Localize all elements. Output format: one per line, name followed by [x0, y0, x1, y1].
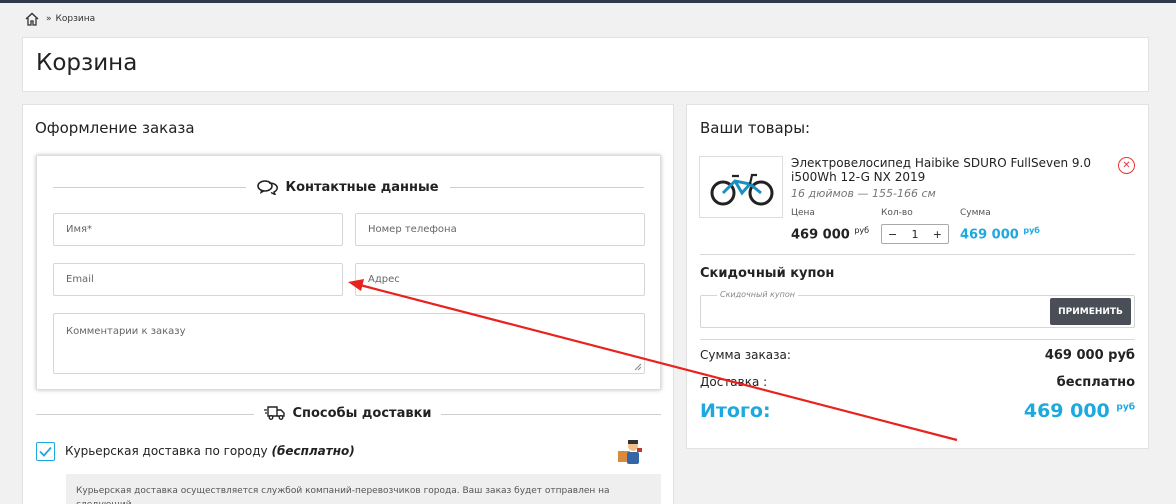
chat-bubbles-icon — [257, 180, 279, 195]
contact-heading: Контактные данные — [252, 178, 444, 196]
address-placeholder: Адрес — [368, 274, 400, 285]
checkmark-icon — [39, 446, 52, 457]
breadcrumb-current: Корзина — [55, 14, 96, 24]
delivery-heading: Способы доставки — [259, 404, 437, 422]
product-size: 16 дюймов — 155-166 см — [791, 187, 936, 200]
cart-title: Ваши товары: — [700, 119, 811, 137]
delivery-row: Доставка : бесплатно — [700, 375, 1135, 390]
total-amount: 469 000 руб — [1024, 400, 1135, 422]
divider-line — [700, 254, 1135, 255]
item-sum-currency: руб — [1023, 226, 1040, 235]
order-form-panel: Оформление заказа Контактные данные Имя*… — [22, 104, 674, 504]
breadcrumb-separator: » — [46, 14, 52, 24]
courier-checkbox[interactable] — [36, 442, 55, 461]
price-label: Цена — [791, 208, 815, 218]
item-sum-value: 469 000 — [960, 227, 1019, 243]
order-sum-row: Сумма заказа: 469 000 руб — [700, 348, 1135, 363]
item-price-value: 469 000 — [791, 227, 850, 243]
divider-line — [450, 187, 644, 188]
breadcrumb: » Корзина — [24, 10, 95, 28]
courier-label-text: Курьерская доставка по городу — [65, 444, 268, 458]
qty-value[interactable]: 1 — [912, 228, 919, 241]
divider-line — [53, 187, 246, 188]
page-title: Корзина — [36, 50, 138, 76]
comment-placeholder: Комментарии к заказу — [66, 326, 186, 337]
contact-heading-label: Контактные данные — [285, 179, 439, 195]
phone-placeholder: Номер телефона — [368, 224, 457, 235]
total-currency: руб — [1116, 402, 1135, 413]
product-name[interactable]: Электровелосипед Haibike SDURO FullSeven… — [791, 156, 1111, 184]
total-label: Итого: — [700, 400, 771, 422]
delivery-label: Доставка : — [700, 375, 768, 389]
bicycle-icon — [710, 173, 774, 206]
qty-label: Кол-во — [881, 208, 913, 218]
qty-plus-button[interactable]: + — [933, 228, 942, 241]
phone-input[interactable]: Номер телефона — [355, 213, 645, 246]
qty-minus-button[interactable]: − — [888, 228, 897, 241]
quantity-stepper: − 1 + — [881, 224, 949, 244]
coupon-placeholder: Скидочный купон — [717, 290, 798, 299]
cart-panel: Ваши товары: Электровелосипед Haibike SD… — [686, 104, 1149, 449]
order-sum-value: 469 000 руб — [1044, 348, 1135, 363]
product-image[interactable] — [699, 156, 783, 218]
contact-section: Контактные данные Имя* Номер телефона Em… — [36, 155, 661, 390]
divider-line — [441, 414, 661, 415]
coupon-input[interactable]: Скидочный купон ПРИМЕНИТЬ — [700, 290, 1135, 328]
courier-label[interactable]: Курьерская доставка по городу (бесплатно… — [65, 444, 355, 458]
address-input[interactable]: Адрес — [355, 263, 645, 296]
email-input[interactable]: Email — [53, 263, 343, 296]
sum-label: Сумма — [960, 208, 991, 218]
total-value: 469 000 — [1023, 400, 1110, 422]
item-price: 469 000 руб — [791, 226, 869, 242]
item-sum: 469 000 руб — [960, 226, 1040, 242]
delivery-value: бесплатно — [1056, 375, 1135, 390]
name-input[interactable]: Имя* — [53, 213, 343, 246]
truck-icon — [264, 406, 286, 420]
close-icon: ✕ — [1122, 160, 1131, 171]
order-sum-label: Сумма заказа: — [700, 348, 791, 362]
page-title-box: Корзина — [22, 37, 1149, 92]
courier-price-note: (бесплатно) — [271, 444, 355, 458]
comment-textarea[interactable]: Комментарии к заказу — [53, 313, 645, 374]
coupon-title: Скидочный купон — [700, 266, 835, 281]
total-row: Итого: 469 000 руб — [700, 400, 1135, 422]
order-form-title: Оформление заказа — [35, 119, 195, 137]
delivery-heading-label: Способы доставки — [292, 405, 432, 421]
email-placeholder: Email — [66, 274, 94, 285]
divider-line — [700, 339, 1135, 340]
top-bar — [0, 0, 1176, 3]
courier-icon — [618, 440, 642, 464]
remove-item-button[interactable]: ✕ — [1118, 157, 1135, 174]
home-icon[interactable] — [24, 12, 40, 26]
item-price-currency: руб — [854, 226, 870, 235]
divider-line — [36, 414, 254, 415]
apply-coupon-button[interactable]: ПРИМЕНИТЬ — [1050, 298, 1131, 325]
resize-handle-icon[interactable] — [634, 363, 642, 371]
name-placeholder: Имя* — [66, 224, 93, 235]
courier-info: Курьерская доставка осуществляется служб… — [66, 474, 661, 504]
